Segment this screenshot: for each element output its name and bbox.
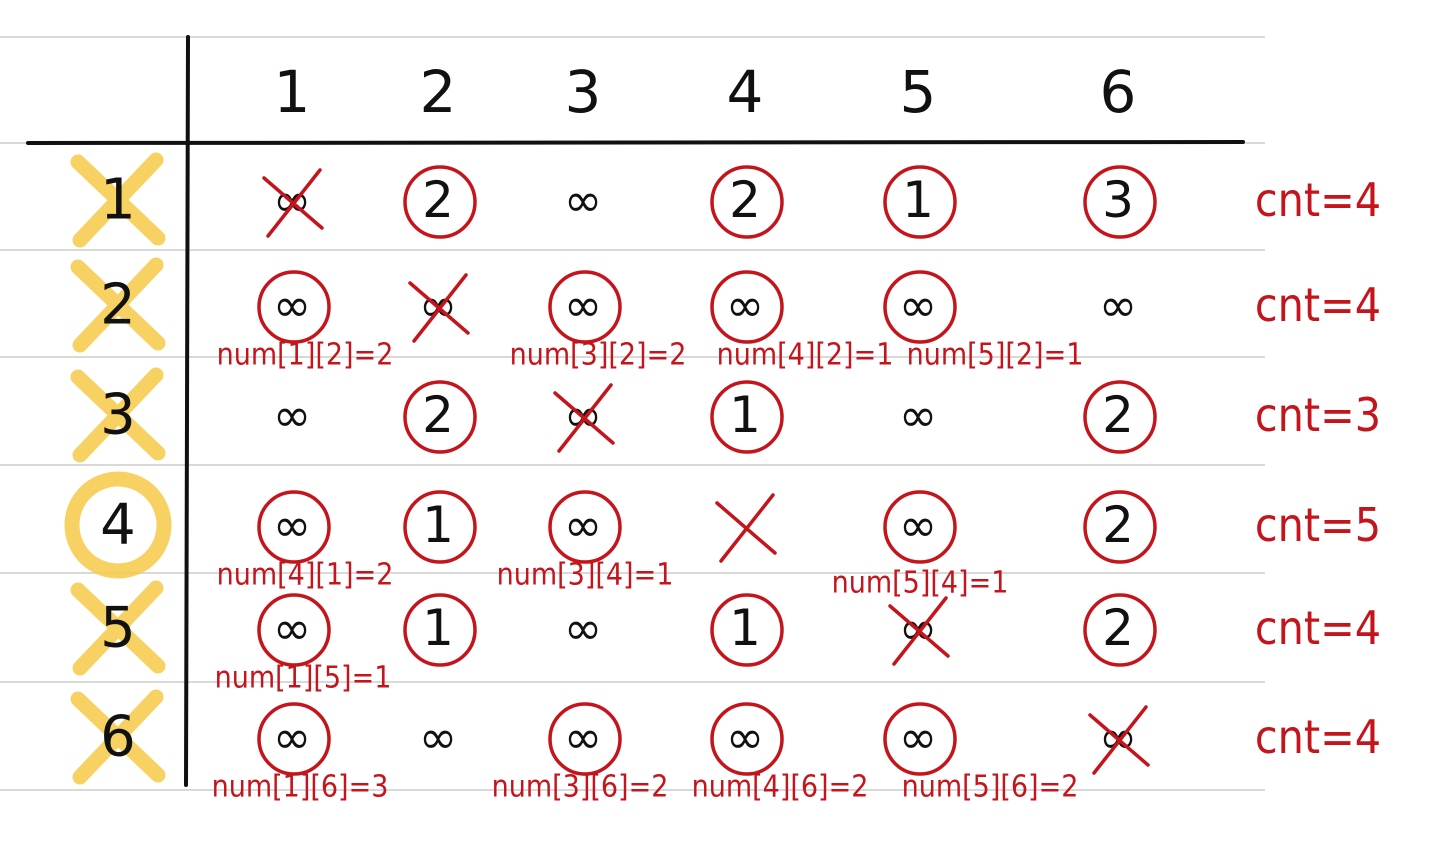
annotation-num-4--6--2: num[4][6]=2 [692, 770, 869, 805]
cell-6-1: ∞ [273, 710, 311, 764]
cell-3-5: ∞ [899, 388, 937, 442]
cell-6-3: ∞ [564, 710, 602, 764]
row-6-count: cnt=4 [1255, 710, 1381, 764]
row-label-5: 5 [100, 596, 136, 661]
row-label-6: 6 [100, 705, 136, 770]
cell-6-4: ∞ [726, 710, 764, 764]
cell-5-2: 1 [422, 599, 454, 657]
cell-2-4: ∞ [726, 278, 764, 332]
row-label-2: 2 [100, 273, 136, 338]
row-3-count: cnt=3 [1255, 388, 1381, 442]
row-4-count: cnt=5 [1255, 498, 1381, 552]
row-2-count: cnt=4 [1255, 278, 1381, 332]
cell-4-5: ∞ [899, 498, 937, 552]
cell-3-6: 2 [1102, 386, 1134, 444]
row-1-count: cnt=4 [1255, 173, 1381, 227]
cell-1-2: 2 [422, 171, 454, 229]
annotation-num-5--4--1: num[5][4]=1 [832, 566, 1009, 601]
column-header-1: 1 [274, 58, 311, 126]
cell-6-5: ∞ [899, 710, 937, 764]
cell-3-1: ∞ [273, 388, 311, 442]
annotation-num-4--2--1: num[4][2]=1 [717, 338, 894, 373]
cell-2-1: ∞ [273, 278, 311, 332]
cell-2-5: ∞ [899, 278, 937, 332]
row-label-3: 3 [100, 383, 136, 448]
cell-1-4: 2 [729, 171, 761, 229]
cell-3-2: 2 [422, 386, 454, 444]
cell-2-3: ∞ [564, 278, 602, 332]
annotation-num-4--1--2: num[4][1]=2 [217, 558, 394, 593]
column-header-6: 6 [1100, 58, 1137, 126]
cell-5-1: ∞ [273, 601, 311, 655]
table-horizontal-axis [26, 140, 1245, 145]
annotation-num-1--6--3: num[1][6]=3 [212, 770, 389, 805]
cell-4-2: 1 [422, 496, 454, 554]
annotation-num-1--5--1: num[1][5]=1 [215, 661, 392, 696]
cell-2-6: ∞ [1099, 278, 1137, 332]
cell-5-6: 2 [1102, 599, 1134, 657]
annotation-num-5--6--2: num[5][6]=2 [902, 770, 1079, 805]
cell-6-2: ∞ [419, 710, 457, 764]
column-header-3: 3 [565, 58, 602, 126]
annotation-num-3--2--2: num[3][2]=2 [510, 338, 687, 373]
annotation-num-1--2--2: num[1][2]=2 [217, 338, 394, 373]
cell-1-5: 1 [902, 171, 934, 229]
cell-1-3: ∞ [564, 173, 602, 227]
cell-5-3: ∞ [564, 601, 602, 655]
cell-1-6: 3 [1102, 171, 1134, 229]
cell-4-6: 2 [1102, 496, 1134, 554]
cell-5-4: 1 [729, 599, 761, 657]
cell-4-3: ∞ [564, 498, 602, 552]
annotation-num-5--2--1: num[5][2]=1 [907, 338, 1084, 373]
cell-4-4-cross-mark [715, 493, 777, 563]
column-header-4: 4 [727, 58, 764, 126]
row-label-1: 1 [100, 168, 136, 233]
distance-matrix-diagram: 1 2 3 4 5 6 1 ∞ 2 ∞ 2 1 3 cnt=4 2 ∞ ∞ ∞ ∞ ∞ ∞ num[1][2]=2 num[… [0, 35, 1381, 805]
table-vertical-axis [184, 35, 190, 787]
cell-3-4: 1 [729, 386, 761, 444]
annotation-num-3--4--1: num[3][4]=1 [497, 558, 674, 593]
column-header-5: 5 [900, 58, 937, 126]
cell-4-1: ∞ [273, 498, 311, 552]
row-5-count: cnt=4 [1255, 601, 1381, 655]
row-label-4: 4 [100, 493, 136, 558]
column-header-2: 2 [420, 58, 457, 126]
annotation-num-3--6--2: num[3][6]=2 [492, 770, 669, 805]
